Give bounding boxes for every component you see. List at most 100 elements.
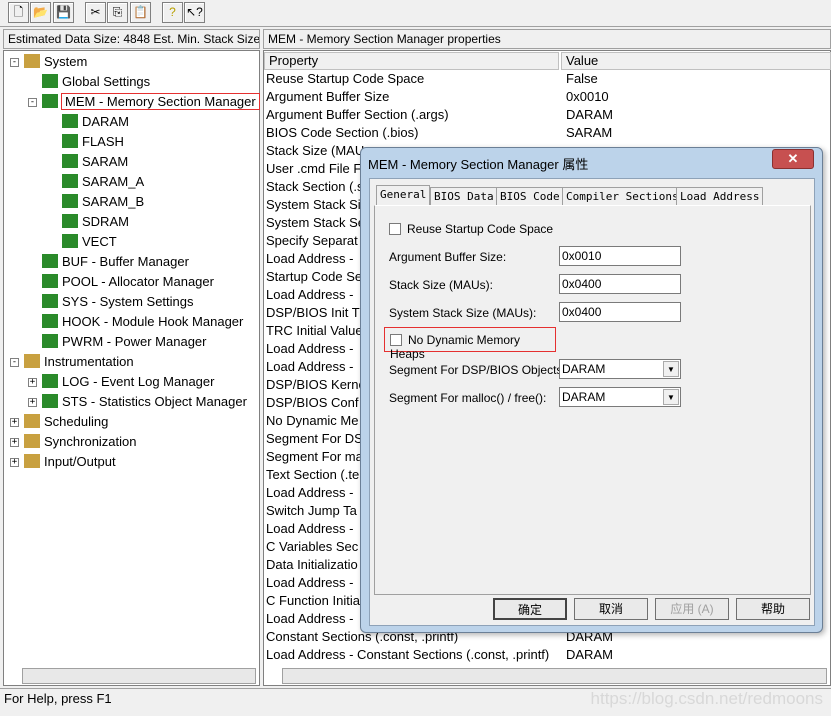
paste-button[interactable]: 📋 bbox=[130, 2, 151, 23]
property-name[interactable]: Load Address - bbox=[266, 340, 353, 358]
apply-button[interactable]: 应用 (A) bbox=[655, 598, 729, 620]
property-name[interactable]: Stack Size (MAU bbox=[266, 142, 364, 160]
property-name[interactable]: Switch Jump Ta bbox=[266, 502, 357, 520]
tab-general[interactable]: General bbox=[376, 185, 431, 205]
property-name[interactable]: Argument Buffer Size bbox=[266, 88, 389, 106]
tree-item[interactable]: BUF - Buffer Manager bbox=[42, 252, 189, 272]
tree-item[interactable]: DARAM bbox=[62, 112, 129, 132]
tree-item[interactable]: Synchronization bbox=[24, 432, 137, 452]
module-icon bbox=[42, 314, 58, 328]
tree-item[interactable]: Global Settings bbox=[42, 72, 150, 92]
tab-compiler-sections[interactable]: Compiler Sections bbox=[562, 187, 683, 205]
property-name[interactable]: C Variables Sec bbox=[266, 538, 358, 556]
open-button[interactable]: 📂 bbox=[30, 2, 51, 23]
tree-item[interactable]: PWRM - Power Manager bbox=[42, 332, 206, 352]
segment-objects-select[interactable]: DARAM ▼ bbox=[559, 359, 681, 379]
new-button[interactable]: 🗋 bbox=[8, 2, 29, 23]
system-stack-input[interactable]: 0x0400 bbox=[559, 302, 681, 322]
checkbox-box[interactable] bbox=[390, 334, 402, 346]
property-name[interactable]: Load Address - bbox=[266, 286, 353, 304]
property-name[interactable]: C Function Initia bbox=[266, 592, 360, 610]
cancel-button[interactable]: 取消 bbox=[574, 598, 648, 620]
tree-item[interactable]: Input/Output bbox=[24, 452, 116, 472]
tree-item[interactable]: System bbox=[24, 52, 87, 72]
column-header-property[interactable]: Property bbox=[264, 52, 559, 70]
column-header-value[interactable]: Value bbox=[561, 52, 831, 70]
expand-toggle[interactable]: + bbox=[10, 438, 19, 447]
close-button[interactable]: ✕ bbox=[772, 149, 814, 169]
property-name[interactable]: Specify Separat bbox=[266, 232, 358, 250]
property-name[interactable]: Load Address - bbox=[266, 358, 353, 376]
property-value[interactable]: DARAM bbox=[566, 646, 613, 664]
tab-bios-data[interactable]: BIOS Data bbox=[430, 187, 498, 205]
property-name[interactable]: Load Address - bbox=[266, 250, 353, 268]
tree-item[interactable]: SARAM_B bbox=[62, 192, 144, 212]
property-name[interactable]: Reuse Startup Code Space bbox=[266, 70, 424, 88]
context-help-button[interactable]: ↖? bbox=[184, 2, 205, 23]
property-name[interactable]: Stack Section (.s bbox=[266, 178, 364, 196]
tree-item[interactable]: VECT bbox=[62, 232, 117, 252]
property-value[interactable]: DARAM bbox=[566, 106, 613, 124]
tree-item[interactable]: HOOK - Module Hook Manager bbox=[42, 312, 243, 332]
tree-h-scrollbar[interactable] bbox=[22, 668, 256, 684]
tree-item[interactable]: SARAM bbox=[62, 152, 128, 172]
property-name[interactable]: System Stack Si bbox=[266, 196, 361, 214]
property-name[interactable]: Startup Code Se bbox=[266, 268, 362, 286]
property-value[interactable]: SARAM bbox=[566, 124, 612, 142]
property-name[interactable]: User .cmd File F bbox=[266, 160, 361, 178]
property-name[interactable]: No Dynamic Me bbox=[266, 412, 358, 430]
property-name[interactable]: DSP/BIOS Init T bbox=[266, 304, 360, 322]
arg-buffer-input[interactable]: 0x0010 bbox=[559, 246, 681, 266]
tree-item[interactable]: POOL - Allocator Manager bbox=[42, 272, 214, 292]
property-name[interactable]: Data Initializatio bbox=[266, 556, 358, 574]
tree-item[interactable]: MEM - Memory Section Manager bbox=[42, 92, 260, 112]
tree-item[interactable]: STS - Statistics Object Manager bbox=[42, 392, 247, 412]
copy-button[interactable]: ⎘ bbox=[107, 2, 128, 23]
property-name[interactable]: DSP/BIOS Conf bbox=[266, 394, 358, 412]
checkbox-box[interactable] bbox=[389, 223, 401, 235]
tab-bios-code[interactable]: BIOS Code bbox=[496, 187, 564, 205]
tree-item[interactable]: SDRAM bbox=[62, 212, 129, 232]
property-name[interactable]: Load Address - bbox=[266, 574, 353, 592]
property-name[interactable]: Text Section (.te bbox=[266, 466, 359, 484]
tree-item[interactable]: SARAM_A bbox=[62, 172, 144, 192]
collapse-toggle[interactable]: - bbox=[28, 98, 37, 107]
save-button[interactable]: 💾 bbox=[53, 2, 74, 23]
property-value[interactable]: 0x0010 bbox=[566, 88, 609, 106]
tree-item[interactable]: SYS - System Settings bbox=[42, 292, 194, 312]
property-name[interactable]: Load Address - bbox=[266, 610, 353, 628]
tree-item[interactable]: FLASH bbox=[62, 132, 124, 152]
property-value[interactable]: False bbox=[566, 70, 598, 88]
property-name[interactable]: TRC Initial Value bbox=[266, 322, 363, 340]
collapse-toggle[interactable]: - bbox=[10, 58, 19, 67]
cut-button[interactable]: ✂ bbox=[85, 2, 106, 23]
property-name[interactable]: System Stack Se bbox=[266, 214, 365, 232]
expand-toggle[interactable]: + bbox=[28, 378, 37, 387]
property-name[interactable]: Load Address - bbox=[266, 484, 353, 502]
stack-size-input[interactable]: 0x0400 bbox=[559, 274, 681, 294]
collapse-toggle[interactable]: - bbox=[10, 358, 19, 367]
ok-button[interactable]: 确定 bbox=[493, 598, 567, 620]
expand-toggle[interactable]: + bbox=[10, 418, 19, 427]
property-name[interactable]: Argument Buffer Section (.args) bbox=[266, 106, 449, 124]
tree-item[interactable]: Instrumentation bbox=[24, 352, 134, 372]
property-name[interactable]: DSP/BIOS Kerne bbox=[266, 376, 366, 394]
property-name[interactable]: Load Address - bbox=[266, 520, 353, 538]
property-name[interactable]: Segment For ma bbox=[266, 448, 363, 466]
segment-malloc-select[interactable]: DARAM ▼ bbox=[559, 387, 681, 407]
expand-toggle[interactable]: + bbox=[10, 458, 19, 467]
tree-item[interactable]: Scheduling bbox=[24, 412, 108, 432]
help-button[interactable]: 帮助 bbox=[736, 598, 810, 620]
property-h-scrollbar[interactable] bbox=[282, 668, 827, 684]
property-name[interactable]: Segment For DS bbox=[266, 430, 363, 448]
reuse-startup-checkbox[interactable]: Reuse Startup Code Space bbox=[389, 222, 553, 236]
tree-item[interactable]: LOG - Event Log Manager bbox=[42, 372, 214, 392]
property-name[interactable]: BIOS Code Section (.bios) bbox=[266, 124, 418, 142]
chevron-down-icon[interactable]: ▼ bbox=[663, 361, 679, 377]
help-button[interactable]: ? bbox=[162, 2, 183, 23]
property-name[interactable]: Load Address - Constant Sections (.const… bbox=[266, 646, 549, 664]
no-dynamic-heaps-checkbox[interactable]: No Dynamic Memory Heaps bbox=[384, 327, 556, 361]
chevron-down-icon[interactable]: ▼ bbox=[663, 389, 679, 405]
expand-toggle[interactable]: + bbox=[28, 398, 37, 407]
tab-load-address[interactable]: Load Address bbox=[676, 187, 764, 205]
